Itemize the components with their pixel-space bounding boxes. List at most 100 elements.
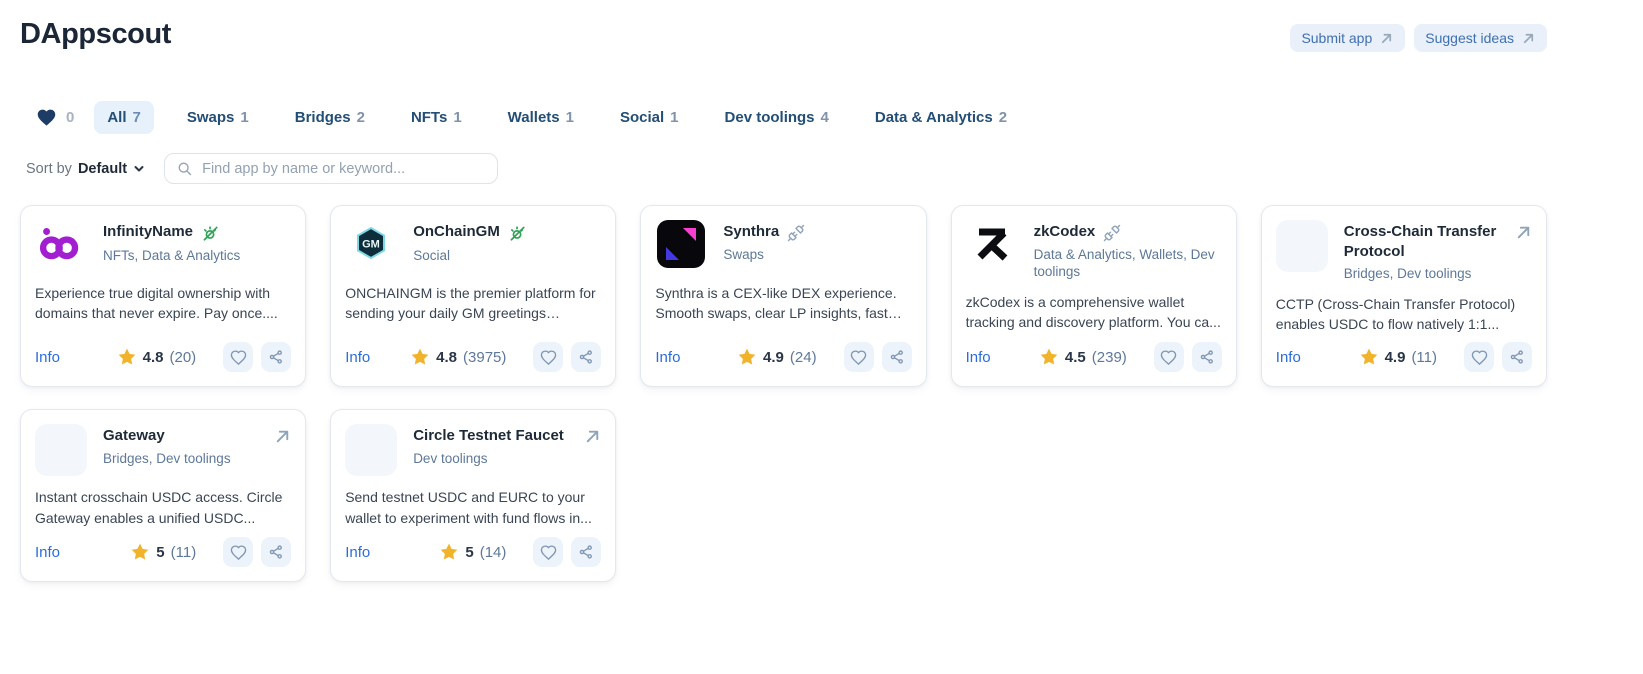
app-rating[interactable]: 5 (11) (130, 542, 196, 562)
app-description: Experience true digital ownership with d… (35, 283, 291, 324)
app-description: zkCodex is a comprehensive wallet tracki… (966, 292, 1222, 333)
rating-value: 4.9 (763, 349, 784, 366)
app-card-header: GM Gateway (35, 424, 291, 476)
heart-icon (1471, 349, 1488, 366)
filter-tab[interactable]: Dev toolings 4 (712, 101, 842, 134)
app-name: Gateway (103, 426, 165, 446)
info-link[interactable]: Info (345, 544, 370, 561)
app-card-footer: Info 4.5 (239) (966, 334, 1222, 372)
app-name: OnChainGM (413, 222, 500, 242)
favorite-button[interactable] (533, 342, 563, 372)
filter-tab-count: 1 (566, 109, 574, 126)
app-rating[interactable]: 4.8 (20) (117, 347, 197, 367)
app-logo: GM (35, 220, 87, 272)
filter-tab[interactable]: Social 1 (607, 101, 692, 134)
app-card[interactable]: GM Synthra (640, 205, 926, 387)
toolbar: Sort by Default (20, 153, 1547, 184)
share-button[interactable] (261, 342, 291, 372)
app-card[interactable]: GM InfinityName (20, 205, 306, 387)
heart-icon (540, 544, 557, 561)
info-link[interactable]: Info (1276, 349, 1301, 366)
filter-tab[interactable]: Data & Analytics 2 (862, 101, 1020, 134)
app-title-block: zkCodex Data & Analytics, Wallets, Dev t… (1034, 220, 1222, 281)
svg-text:GM: GM (362, 238, 380, 250)
heart-icon (540, 349, 557, 366)
rating-count: (20) (170, 349, 197, 366)
search-box (164, 153, 498, 184)
app-categories[interactable]: Dev toolings (413, 451, 601, 468)
filter-tabs: All 7 Swaps 1 Bridges 2 NFTs 1 Wallets 1… (94, 101, 1020, 134)
favorite-button[interactable] (844, 342, 874, 372)
arrow-up-right-icon (1521, 31, 1536, 46)
filter-tab[interactable]: Bridges 2 (282, 101, 378, 134)
share-button[interactable] (882, 342, 912, 372)
search-input[interactable] (202, 161, 486, 177)
app-card-footer: Info 4.8 (20) (35, 334, 291, 372)
suggest-ideas-label: Suggest ideas (1425, 30, 1514, 46)
app-description: Send testnet USDC and EURC to your walle… (345, 487, 601, 528)
info-link[interactable]: Info (35, 349, 60, 366)
app-card[interactable]: GM zkCodex (951, 205, 1237, 387)
filter-tab-count: 7 (133, 109, 141, 126)
app-rating[interactable]: 5 (14) (439, 542, 506, 562)
share-button[interactable] (571, 342, 601, 372)
heart-icon (36, 107, 57, 128)
app-card-footer: Info 5 (11) (35, 529, 291, 567)
info-link[interactable]: Info (966, 349, 991, 366)
share-icon (578, 349, 594, 365)
app-name: zkCodex (1034, 222, 1096, 242)
app-card[interactable]: GM Cross-Chain Transfer Protocol (1261, 205, 1547, 387)
share-icon (889, 349, 905, 365)
app-categories[interactable]: Swaps (723, 247, 911, 264)
app-rating[interactable]: 4.9 (24) (737, 347, 817, 367)
sort-label: Sort by (26, 161, 72, 177)
circle-logo-icon (41, 428, 81, 473)
filter-tab[interactable]: All 7 (94, 101, 154, 134)
filter-tab-label: All (107, 109, 126, 126)
app-categories[interactable]: NFTs, Data & Analytics (103, 248, 291, 265)
share-button[interactable] (261, 537, 291, 567)
filter-tab[interactable]: NFTs 1 (398, 101, 475, 134)
info-link[interactable]: Info (655, 349, 680, 366)
favorite-button[interactable] (1154, 342, 1184, 372)
app-card[interactable]: GM Circle Testnet Faucet (330, 409, 616, 582)
app-title-block: Circle Testnet Faucet Dev toolings (413, 424, 601, 476)
onchaingm-logo-icon: GM (347, 220, 395, 273)
app-grid: GM InfinityName (20, 205, 1547, 582)
app-card[interactable]: GM OnChainGM (330, 205, 616, 387)
app-categories[interactable]: Data & Analytics, Wallets, Dev toolings (1034, 247, 1222, 281)
share-button[interactable] (1502, 342, 1532, 372)
filter-tab[interactable]: Wallets 1 (495, 101, 587, 134)
rating-count: (3975) (463, 349, 506, 366)
app-categories[interactable]: Bridges, Dev toolings (103, 451, 291, 468)
favorites-filter[interactable]: 0 (20, 99, 74, 136)
filter-tab-count: 1 (240, 109, 248, 126)
circle-logo-icon (351, 428, 391, 473)
app-card[interactable]: GM Gateway (20, 409, 306, 582)
sort-value: Default (78, 161, 127, 177)
sort-dropdown[interactable]: Sort by Default (26, 161, 145, 177)
share-button[interactable] (571, 537, 601, 567)
suggest-ideas-button[interactable]: Suggest ideas (1414, 24, 1547, 52)
info-link[interactable]: Info (35, 544, 60, 561)
app-categories[interactable]: Social (413, 248, 601, 265)
favorite-button[interactable] (223, 537, 253, 567)
app-card-header: GM Synthra (655, 220, 911, 272)
favorite-button[interactable] (1464, 342, 1494, 372)
app-rating[interactable]: 4.9 (11) (1359, 347, 1437, 367)
app-title-block: InfinityName NFTs, Data & Analytics (103, 220, 291, 272)
app-categories[interactable]: Bridges, Dev toolings (1344, 266, 1532, 283)
favorite-button[interactable] (223, 342, 253, 372)
submit-app-button[interactable]: Submit app (1290, 24, 1405, 52)
favorite-button[interactable] (533, 537, 563, 567)
filter-tab-count: 2 (357, 109, 365, 126)
app-rating[interactable]: 4.5 (239) (1039, 347, 1127, 367)
star-icon (439, 542, 459, 562)
app-name: Circle Testnet Faucet (413, 426, 564, 446)
app-rating[interactable]: 4.8 (3975) (410, 347, 506, 367)
app-name: Cross-Chain Transfer Protocol (1344, 222, 1507, 261)
info-link[interactable]: Info (345, 349, 370, 366)
filter-tab[interactable]: Swaps 1 (174, 101, 262, 134)
share-button[interactable] (1192, 342, 1222, 372)
app-name: InfinityName (103, 222, 193, 242)
